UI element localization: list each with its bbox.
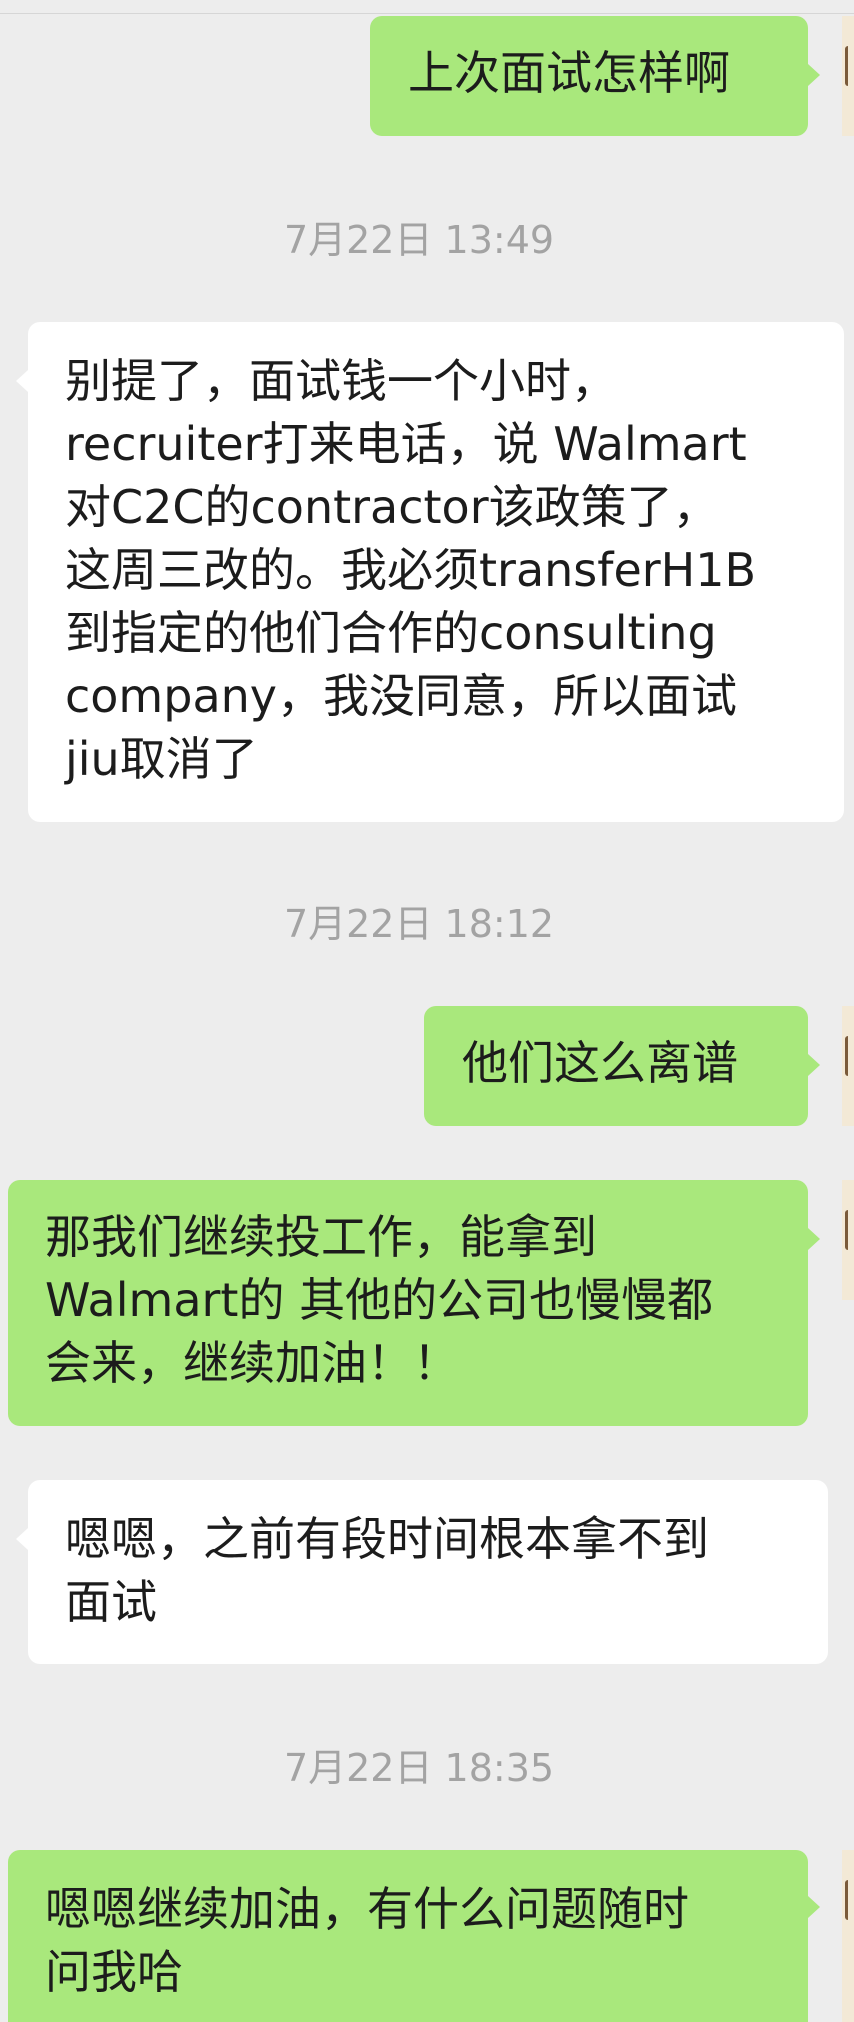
top-divider <box>0 13 854 14</box>
bubble-tail <box>808 1228 820 1250</box>
chat-screen: 上次面试怎样啊 7月22日 13:49 别提了，面试钱一个小时， recruit… <box>0 0 854 2022</box>
received-message-bubble[interactable]: 别提了，面试钱一个小时， recruiter打来电话，说 Walmart 对C2… <box>28 322 844 822</box>
avatar[interactable] <box>842 16 854 136</box>
bubble-tail <box>16 1528 28 1550</box>
bubble-tail <box>808 1054 820 1076</box>
sent-message-bubble[interactable]: 上次面试怎样啊 <box>370 16 808 136</box>
avatar[interactable] <box>842 1006 854 1126</box>
timestamp: 7月22日 18:35 <box>283 1746 555 1790</box>
bubble-tail <box>16 370 28 392</box>
bubble-tail <box>808 1896 820 1918</box>
sent-message-bubble[interactable]: 那我们继续投工作，能拿到 Walmart的 其他的公司也慢慢都 会来，继续加油！… <box>8 1180 808 1426</box>
bubble-tail <box>808 64 820 86</box>
sent-message-bubble[interactable]: 他们这么离谱 <box>424 1006 808 1126</box>
avatar[interactable] <box>842 1850 854 2022</box>
timestamp: 7月22日 13:49 <box>283 218 555 262</box>
received-message-bubble[interactable]: 嗯嗯，之前有段时间根本拿不到 面试 <box>28 1480 828 1664</box>
timestamp: 7月22日 18:12 <box>283 902 555 946</box>
sent-message-bubble[interactable]: 嗯嗯继续加油，有什么问题随时 问我哈 <box>8 1850 808 2022</box>
avatar[interactable] <box>842 1180 854 1300</box>
